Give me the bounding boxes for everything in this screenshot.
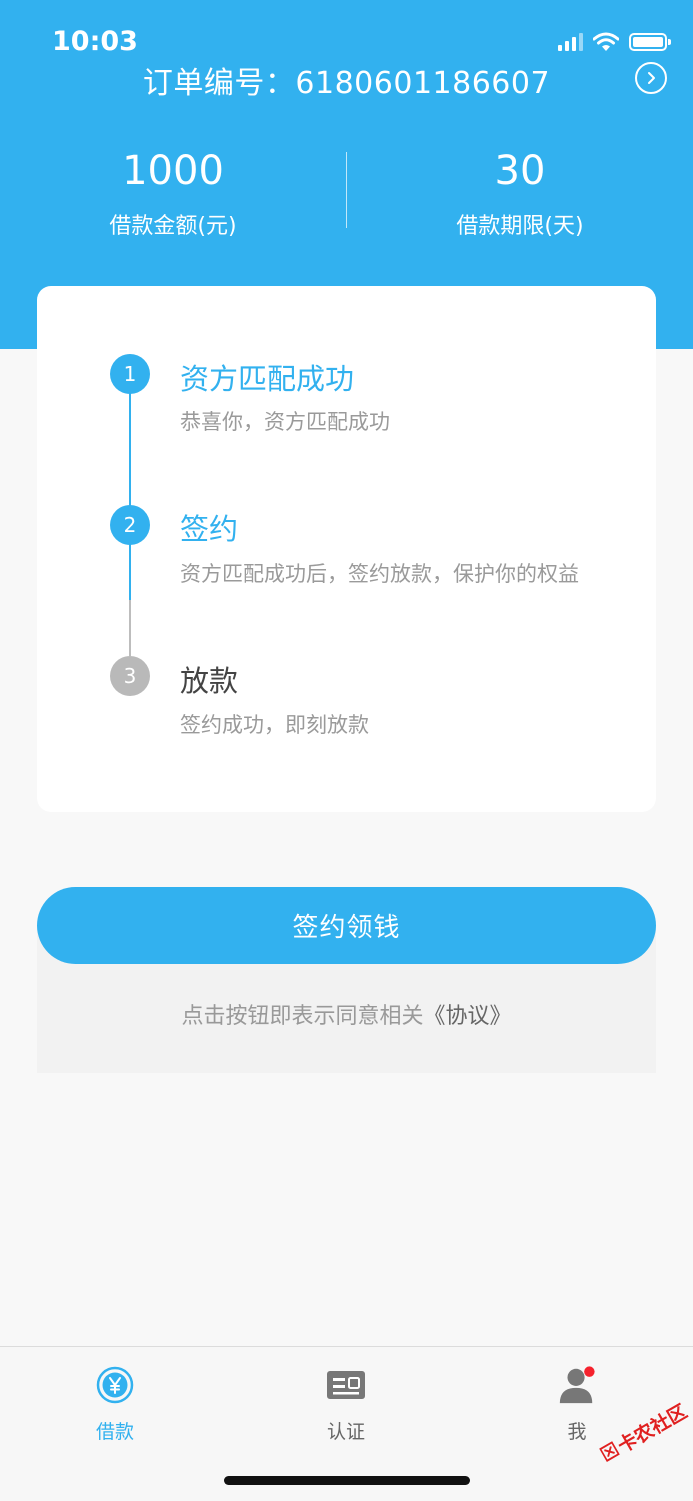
agreement-notice: 点击按钮即表示同意相关《协议》 — [0, 998, 693, 1030]
loan-term-stat: 30 借款期限(天) — [347, 148, 693, 240]
tab-verification-label: 认证 — [326, 1421, 365, 1443]
step-title-2: 签约 — [180, 512, 239, 546]
loan-amount-stat: 1000 借款金额(元) — [0, 148, 346, 240]
step-connector-2b — [129, 600, 131, 656]
agreement-text: 点击按钮即表示同意相关 — [181, 1004, 424, 1029]
status-time: 10:03 — [52, 26, 138, 57]
step-connector-1 — [129, 393, 131, 523]
step-number-3: 3 — [110, 656, 150, 696]
step-number-1: 1 — [110, 354, 150, 394]
step-number-2: 2 — [110, 505, 150, 545]
battery-icon — [629, 33, 671, 51]
order-number: 订单编号：6180601186607 — [142, 66, 551, 101]
cellular-signal-icon — [558, 33, 583, 51]
status-icons — [558, 30, 671, 54]
step-desc-1: 恭喜你，资方匹配成功 — [180, 410, 390, 434]
step-desc-3: 签约成功，即刻放款 — [180, 713, 369, 737]
wifi-icon — [593, 32, 619, 51]
progress-card: 1 资方匹配成功 恭喜你，资方匹配成功 2 签约 资方匹配成功后，签约放款，保护… — [37, 286, 656, 812]
step-title-1: 资方匹配成功 — [180, 362, 355, 396]
loan-term-value: 30 — [494, 148, 546, 194]
notification-badge — [584, 1366, 595, 1377]
home-indicator — [224, 1476, 470, 1485]
tab-loan-label: 借款 — [95, 1421, 134, 1443]
loan-amount-value: 1000 — [122, 148, 224, 194]
user-icon — [557, 1365, 597, 1405]
id-card-icon — [326, 1365, 366, 1405]
loan-amount-label: 借款金额(元) — [109, 214, 237, 239]
loan-term-label: 借款期限(天) — [456, 214, 584, 239]
step-desc-2: 资方匹配成功后，签约放款，保护你的权益 — [180, 562, 579, 586]
tab-loan[interactable]: 借款 — [55, 1365, 175, 1444]
step-title-3: 放款 — [180, 664, 239, 698]
sign-and-get-money-button[interactable]: 签约领钱 — [37, 887, 656, 964]
agreement-link[interactable]: 《协议》 — [424, 1004, 512, 1029]
chevron-right-icon — [648, 72, 655, 84]
tab-verification[interactable]: 认证 — [286, 1365, 406, 1444]
step-connector-2a — [129, 544, 131, 600]
yen-circle-icon — [95, 1365, 135, 1405]
order-detail-button[interactable] — [635, 62, 667, 94]
